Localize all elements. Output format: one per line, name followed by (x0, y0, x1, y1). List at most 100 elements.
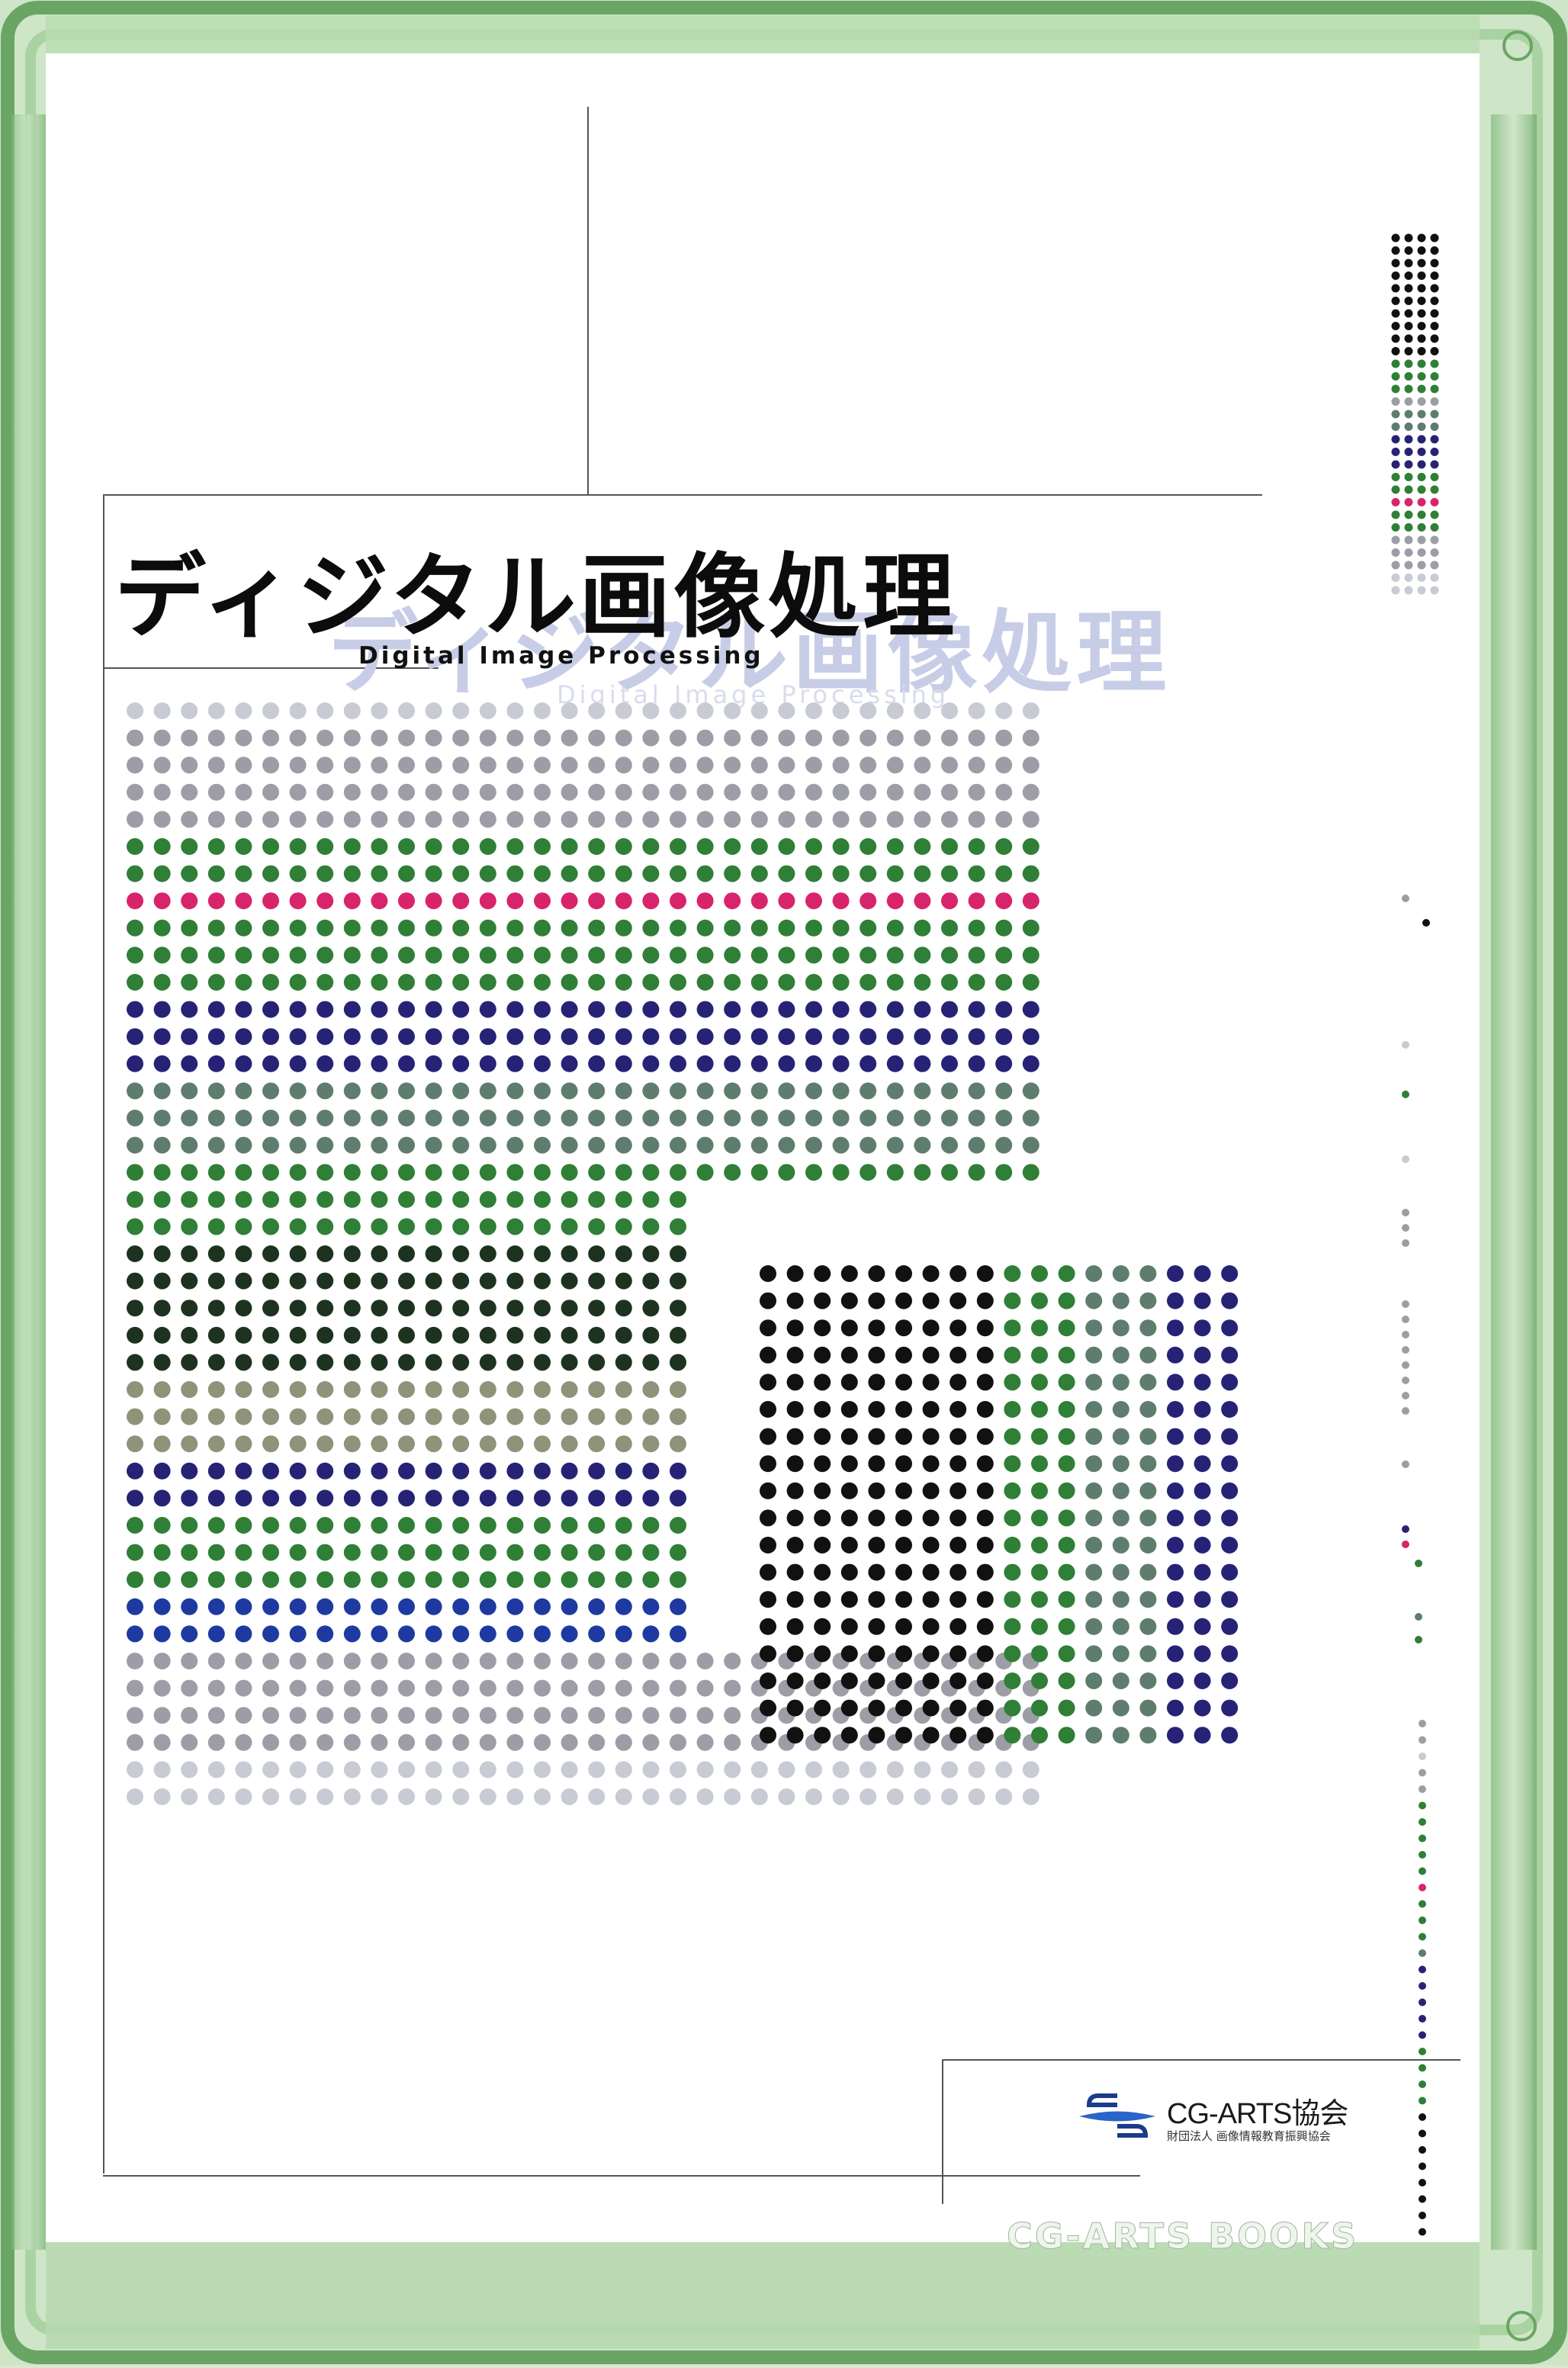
dot (153, 1218, 171, 1235)
dot (922, 1292, 940, 1309)
dot (316, 1788, 334, 1805)
dot (1221, 1537, 1239, 1553)
dot (153, 1055, 171, 1072)
dot (343, 1136, 361, 1154)
dot (1031, 1401, 1048, 1418)
dot (235, 974, 252, 991)
dot (534, 919, 551, 937)
dot (343, 1653, 361, 1669)
dot (840, 1455, 858, 1473)
dot (289, 1326, 307, 1344)
dot (1419, 2015, 1426, 2023)
dot (452, 1381, 470, 1398)
dot (479, 1761, 496, 1778)
dot (316, 729, 334, 747)
dot (207, 1408, 225, 1425)
dot (181, 1218, 198, 1235)
dot (588, 1218, 606, 1235)
dot (561, 1653, 578, 1669)
dot (1194, 1672, 1211, 1689)
dot (670, 1218, 686, 1235)
dot (235, 1544, 252, 1561)
dot (127, 1408, 143, 1425)
dot (534, 702, 551, 719)
dot (670, 1571, 686, 1589)
dot (1391, 473, 1400, 481)
dot (153, 1272, 171, 1290)
dot (561, 1707, 578, 1724)
dot (398, 1462, 415, 1480)
dot (343, 1164, 361, 1181)
dot (588, 1055, 606, 1072)
dot (1221, 1727, 1239, 1744)
dot (1402, 1091, 1409, 1098)
dot (398, 1733, 415, 1751)
dot (235, 1408, 252, 1425)
dot (1402, 1460, 1409, 1468)
dot (262, 892, 279, 910)
dot (262, 919, 279, 937)
dot (1404, 435, 1413, 444)
dot (814, 1645, 831, 1663)
dot (534, 1028, 551, 1046)
dot (696, 1733, 714, 1751)
dot (1430, 284, 1439, 293)
dot (995, 1164, 1013, 1181)
dot (615, 1354, 632, 1371)
dot (371, 1110, 388, 1126)
dot (750, 892, 768, 910)
dot (1402, 1224, 1409, 1232)
dot (895, 1509, 912, 1527)
dot (371, 974, 388, 991)
dot (425, 1110, 442, 1126)
dot (1085, 1537, 1103, 1553)
dot (479, 811, 496, 828)
dot (316, 1164, 334, 1181)
dot (425, 1354, 442, 1371)
dot (786, 1292, 804, 1309)
dot (949, 1699, 967, 1717)
dot (235, 1571, 252, 1589)
dot (976, 1509, 994, 1527)
dot (1430, 586, 1439, 595)
dot (1417, 498, 1426, 506)
dot (895, 1482, 912, 1499)
dot (832, 946, 850, 964)
dot (642, 1381, 660, 1398)
dot (724, 811, 741, 828)
dot (262, 1544, 279, 1561)
dot (588, 1489, 606, 1507)
dot (860, 974, 877, 991)
dot (534, 1300, 551, 1317)
dot (1085, 1727, 1103, 1744)
dot (941, 1761, 958, 1778)
dot (371, 1326, 388, 1344)
dot (670, 1055, 686, 1072)
dot (1422, 919, 1430, 927)
dot (1430, 523, 1439, 532)
dot (561, 1462, 578, 1480)
dot (1139, 1265, 1157, 1282)
dot (371, 757, 388, 774)
dot (561, 811, 578, 828)
dot (895, 1374, 912, 1391)
dot (1004, 1265, 1021, 1282)
dot (670, 919, 686, 937)
dot (832, 1028, 850, 1046)
dot (1167, 1618, 1184, 1635)
dot (886, 974, 904, 991)
dot (425, 1435, 442, 1453)
dot (995, 702, 1013, 719)
dot (886, 946, 904, 964)
dot (696, 783, 714, 801)
dot (316, 919, 334, 937)
dot (786, 1645, 804, 1663)
dot (181, 1489, 198, 1507)
dot (181, 1272, 198, 1290)
dot (840, 1292, 858, 1309)
dot (860, 1082, 877, 1100)
dot (1404, 297, 1413, 305)
dot (615, 1082, 632, 1100)
dot (968, 729, 985, 747)
dot (561, 1110, 578, 1126)
